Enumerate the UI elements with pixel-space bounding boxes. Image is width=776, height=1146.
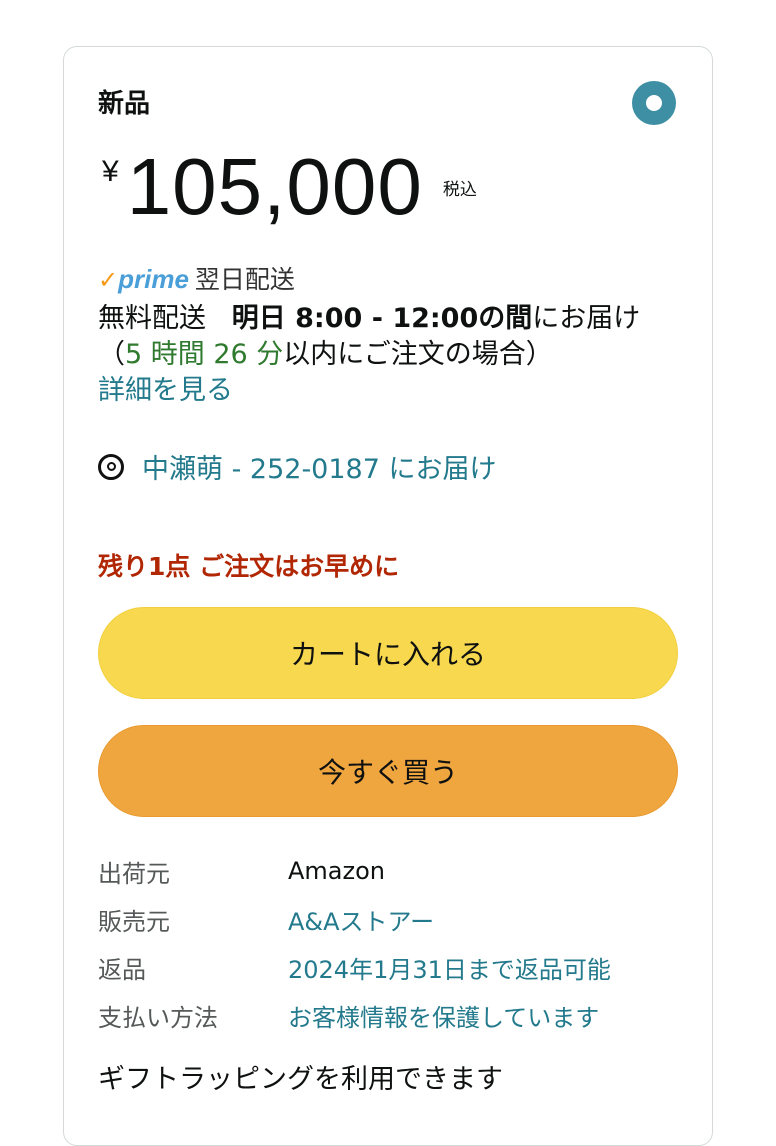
info-row-sold-by: 販売元 A&Aストアー — [98, 895, 611, 943]
stock-notice: 残り1点 ご注文はお早めに — [98, 552, 400, 581]
location-pin-icon — [98, 453, 124, 480]
gift-wrap-text: ギフトラッピングを利用できます — [98, 1064, 503, 1095]
info-value: Amazon — [288, 857, 385, 885]
info-row-returns: 返品 2024年1月31日まで返品可能 — [98, 943, 611, 991]
free-shipping-label: 無料配送 — [98, 303, 206, 334]
tax-label: 税込 — [442, 180, 477, 200]
prime-speed: 翌日配送 — [194, 265, 295, 294]
delivery-date: 明日 8:00 - 12:00の間 — [231, 303, 533, 334]
info-label: 返品 — [98, 955, 146, 984]
info-row-ships-from: 出荷元 Amazon — [98, 847, 611, 895]
info-label: 支払い方法 — [98, 1003, 218, 1032]
buy-now-button[interactable]: 今すぐ買う — [98, 725, 678, 817]
returns-link[interactable]: 2024年1月31日まで返品可能 — [288, 950, 611, 985]
offer-info-table: 出荷元 Amazon 販売元 A&Aストアー 返品 2024年1月31日まで返品… — [98, 847, 611, 1039]
details-link[interactable]: 詳細を見る — [98, 375, 233, 406]
add-to-cart-button[interactable]: カートに入れる — [98, 607, 678, 699]
price: ¥ 105,000 税込 — [102, 145, 477, 229]
info-label: 販売元 — [98, 907, 170, 936]
delivery-address[interactable]: 中瀬萌 - 252-0187 にお届け — [98, 447, 496, 486]
radio-selected-icon[interactable] — [632, 81, 676, 125]
prime-logo: prime — [118, 264, 189, 294]
countdown-suffix: 以内にご注文の場合） — [283, 339, 553, 370]
info-label: 出荷元 — [98, 859, 170, 888]
prime-badge: ✓ prime 翌日配送 — [98, 260, 295, 296]
address-text[interactable]: 中瀬萌 - 252-0187 にお届け — [142, 447, 496, 486]
payment-security-link[interactable]: お客様情報を保護しています — [288, 998, 599, 1033]
price-amount: 105,000 — [126, 142, 423, 231]
prime-check-icon: ✓ — [98, 266, 119, 294]
info-row-payment: 支払い方法 お客様情報を保護しています — [98, 991, 611, 1039]
condition-label: 新品 — [98, 89, 151, 119]
order-countdown: 5 時間 26 分 — [125, 339, 284, 370]
currency-symbol: ¥ — [102, 155, 119, 188]
delivery-message: 無料配送 明日 8:00 - 12:00の間にお届け（5 時間 26 分以内にご… — [98, 301, 678, 409]
buy-box-card: 新品 ¥ 105,000 税込 ✓ prime 翌日配送 無料配送 明日 8:0… — [63, 46, 713, 1146]
seller-link[interactable]: A&Aストアー — [288, 902, 434, 937]
